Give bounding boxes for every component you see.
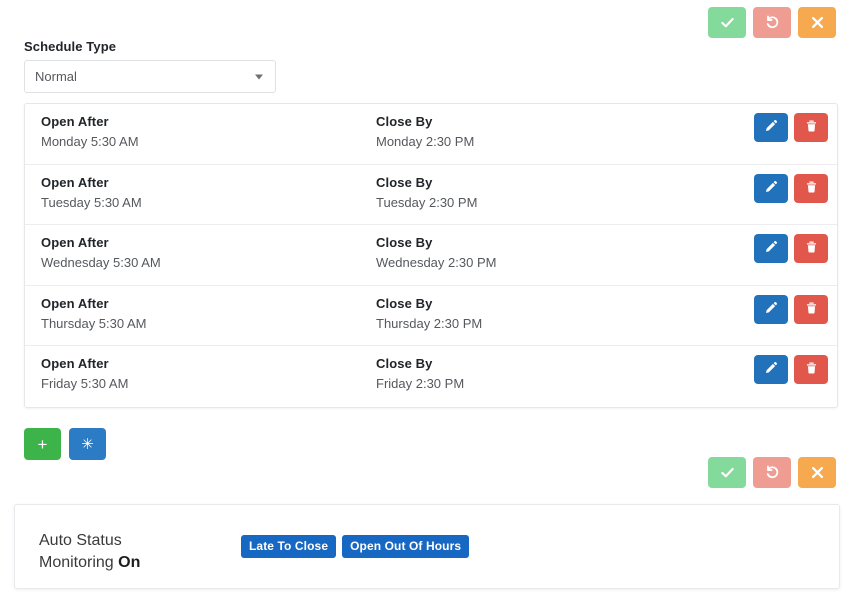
trash-icon bbox=[805, 361, 818, 378]
open-after-title: Open After bbox=[41, 112, 139, 131]
close-by-title: Close By bbox=[376, 354, 464, 373]
trash-icon bbox=[805, 301, 818, 318]
schedule-type-label: Schedule Type bbox=[24, 39, 116, 54]
schedule-type-select-wrapper: Normal bbox=[24, 60, 276, 93]
edit-row-button[interactable] bbox=[754, 234, 788, 263]
close-by-value: Wednesday 2:30 PM bbox=[376, 252, 496, 274]
revert-button-bottom[interactable] bbox=[753, 457, 791, 488]
check-icon bbox=[720, 465, 735, 480]
bottom-action-group bbox=[708, 457, 836, 488]
table-row: Open After Friday 5:30 AM Close By Frida… bbox=[25, 346, 837, 407]
trash-icon bbox=[805, 240, 818, 257]
schedule-editor-page: Schedule Type Normal Open After Monday 5… bbox=[0, 0, 853, 603]
schedule-type-select[interactable]: Normal bbox=[24, 60, 276, 93]
auto-status-panel: Auto Status Monitoring On Late To Close … bbox=[14, 504, 840, 589]
auto-status-text: Auto Status Monitoring On bbox=[39, 530, 219, 574]
open-after-cell: Open After Friday 5:30 AM bbox=[41, 354, 128, 395]
close-by-title: Close By bbox=[376, 294, 482, 313]
special-schedule-button[interactable]: ✳ bbox=[69, 428, 106, 460]
undo-icon bbox=[765, 465, 780, 480]
edit-row-button[interactable] bbox=[754, 174, 788, 203]
delete-row-button[interactable] bbox=[794, 295, 828, 324]
confirm-button-bottom[interactable] bbox=[708, 457, 746, 488]
open-after-cell: Open After Tuesday 5:30 AM bbox=[41, 173, 142, 214]
auto-status-line1: Auto Status bbox=[39, 532, 122, 549]
row-action-group bbox=[754, 295, 828, 324]
delete-row-button[interactable] bbox=[794, 174, 828, 203]
auto-status-badges: Late To Close Open Out Of Hours bbox=[241, 535, 469, 558]
close-by-title: Close By bbox=[376, 233, 496, 252]
open-after-value: Friday 5:30 AM bbox=[41, 373, 128, 395]
open-after-cell: Open After Monday 5:30 AM bbox=[41, 112, 139, 153]
confirm-button[interactable] bbox=[708, 7, 746, 38]
delete-row-button[interactable] bbox=[794, 355, 828, 384]
close-by-value: Thursday 2:30 PM bbox=[376, 313, 482, 335]
open-after-title: Open After bbox=[41, 354, 128, 373]
auto-status-state: On bbox=[118, 554, 140, 571]
undo-icon bbox=[765, 15, 780, 30]
status-badge-open-out-of-hours[interactable]: Open Out Of Hours bbox=[342, 535, 469, 558]
row-tools-group: + ✳ bbox=[24, 428, 106, 460]
row-action-group bbox=[754, 355, 828, 384]
table-row: Open After Wednesday 5:30 AM Close By We… bbox=[25, 225, 837, 286]
row-action-group bbox=[754, 113, 828, 142]
delete-row-button[interactable] bbox=[794, 113, 828, 142]
row-action-group bbox=[754, 234, 828, 263]
delete-row-button[interactable] bbox=[794, 234, 828, 263]
pencil-icon bbox=[764, 361, 778, 378]
close-by-title: Close By bbox=[376, 112, 474, 131]
close-by-value: Friday 2:30 PM bbox=[376, 373, 464, 395]
status-badge-late-to-close[interactable]: Late To Close bbox=[241, 535, 336, 558]
open-after-value: Monday 5:30 AM bbox=[41, 131, 139, 153]
open-after-cell: Open After Wednesday 5:30 AM bbox=[41, 233, 161, 274]
top-action-group bbox=[708, 7, 836, 38]
close-by-cell: Close By Friday 2:30 PM bbox=[376, 354, 464, 395]
pencil-icon bbox=[764, 301, 778, 318]
close-icon bbox=[810, 15, 825, 30]
close-icon bbox=[810, 465, 825, 480]
cancel-button-bottom[interactable] bbox=[798, 457, 836, 488]
table-row: Open After Monday 5:30 AM Close By Monda… bbox=[25, 104, 837, 165]
trash-icon bbox=[805, 180, 818, 197]
open-after-title: Open After bbox=[41, 294, 147, 313]
edit-row-button[interactable] bbox=[754, 295, 788, 324]
edit-row-button[interactable] bbox=[754, 355, 788, 384]
row-action-group bbox=[754, 174, 828, 203]
pencil-icon bbox=[764, 180, 778, 197]
table-row: Open After Thursday 5:30 AM Close By Thu… bbox=[25, 286, 837, 347]
cancel-button[interactable] bbox=[798, 7, 836, 38]
close-by-cell: Close By Thursday 2:30 PM bbox=[376, 294, 482, 335]
open-after-value: Tuesday 5:30 AM bbox=[41, 192, 142, 214]
close-by-title: Close By bbox=[376, 173, 477, 192]
auto-status-line2-prefix: Monitoring bbox=[39, 554, 118, 571]
table-row: Open After Tuesday 5:30 AM Close By Tues… bbox=[25, 165, 837, 226]
open-after-value: Thursday 5:30 AM bbox=[41, 313, 147, 335]
close-by-cell: Close By Tuesday 2:30 PM bbox=[376, 173, 477, 214]
open-after-title: Open After bbox=[41, 173, 142, 192]
revert-button[interactable] bbox=[753, 7, 791, 38]
pencil-icon bbox=[764, 119, 778, 136]
open-after-title: Open After bbox=[41, 233, 161, 252]
close-by-cell: Close By Monday 2:30 PM bbox=[376, 112, 474, 153]
add-row-button[interactable]: + bbox=[24, 428, 61, 460]
close-by-cell: Close By Wednesday 2:30 PM bbox=[376, 233, 496, 274]
schedule-card: Open After Monday 5:30 AM Close By Monda… bbox=[24, 103, 838, 408]
close-by-value: Tuesday 2:30 PM bbox=[376, 192, 477, 214]
pencil-icon bbox=[764, 240, 778, 257]
open-after-cell: Open After Thursday 5:30 AM bbox=[41, 294, 147, 335]
schedule-type-value: Normal bbox=[35, 69, 77, 84]
check-icon bbox=[720, 15, 735, 30]
close-by-value: Monday 2:30 PM bbox=[376, 131, 474, 153]
edit-row-button[interactable] bbox=[754, 113, 788, 142]
trash-icon bbox=[805, 119, 818, 136]
open-after-value: Wednesday 5:30 AM bbox=[41, 252, 161, 274]
